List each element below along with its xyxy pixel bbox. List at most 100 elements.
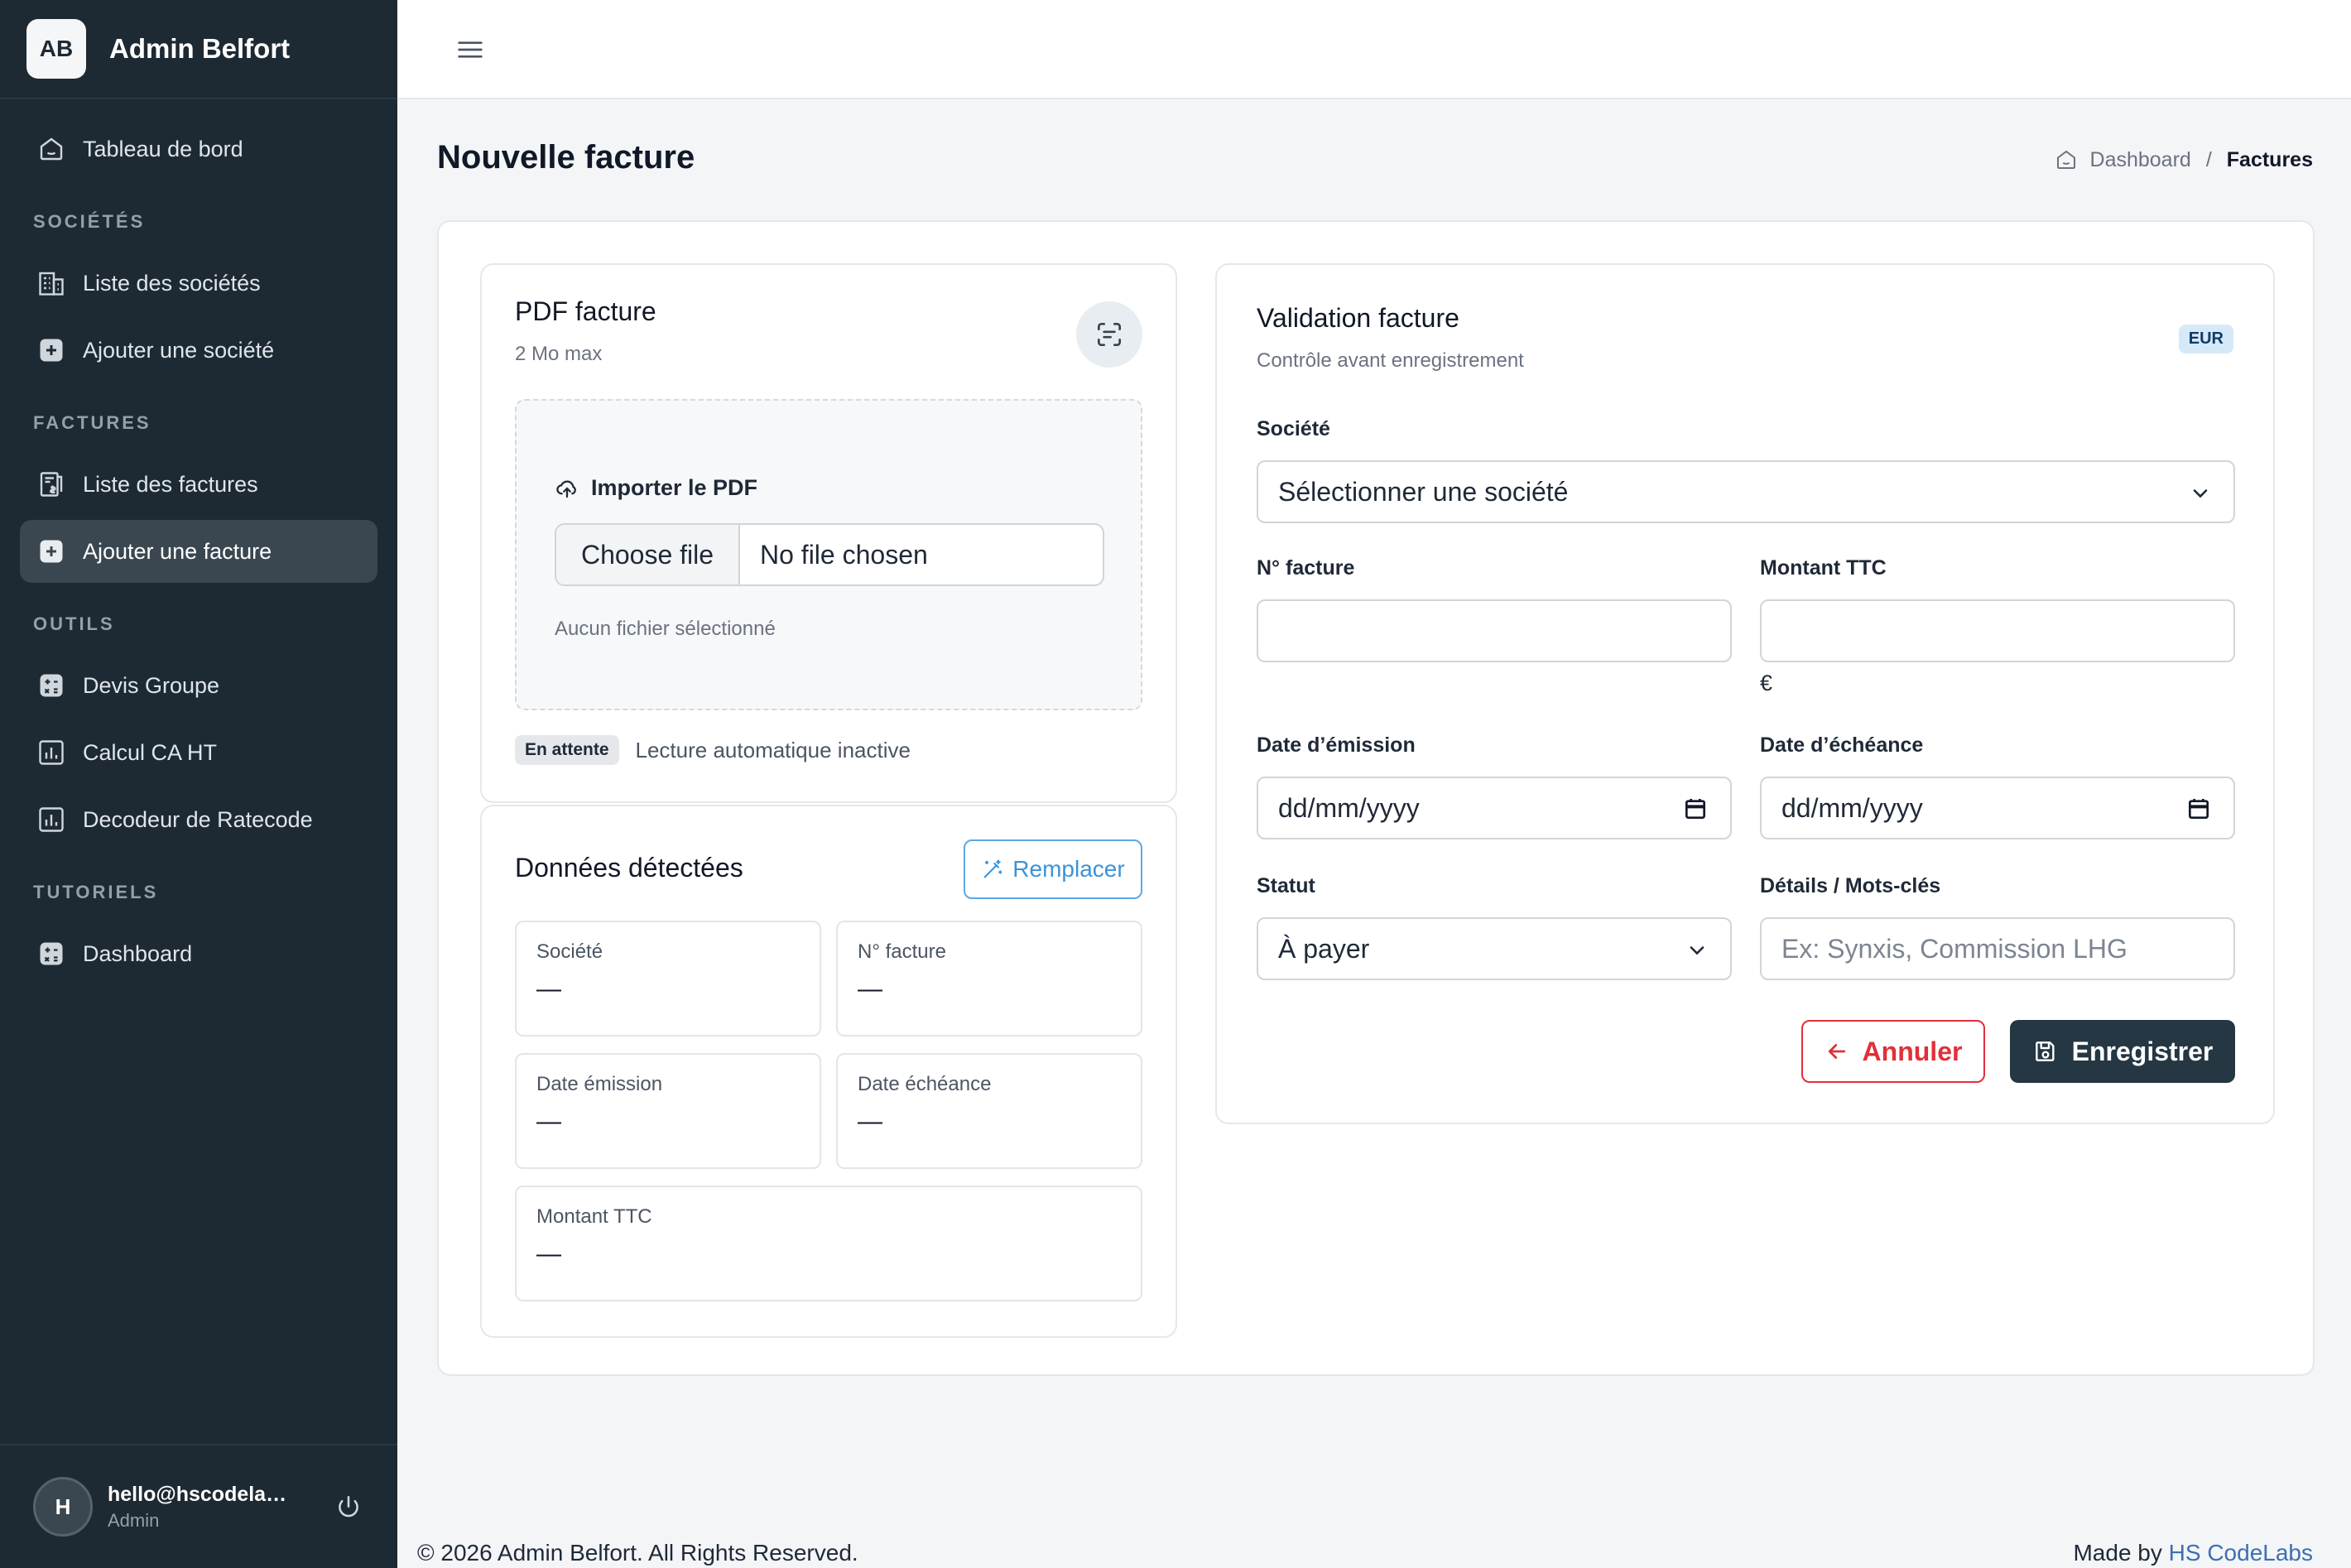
validation-panel: Validation facture Contrôle avant enregi…: [1215, 263, 2275, 1124]
sidebar-item-label: Decodeur de Ratecode: [83, 806, 313, 832]
detected-field-value: —: [858, 1108, 882, 1135]
page-title: Nouvelle facture: [437, 139, 695, 176]
currency-badge: EUR: [2178, 325, 2233, 354]
scan-document-button[interactable]: [1076, 301, 1142, 368]
pdf-panel-title: PDF facture: [515, 296, 656, 326]
plus-square-icon: [40, 339, 63, 362]
detected-field-amount: Montant TTC —: [515, 1186, 1142, 1301]
status-select-value: À payer: [1278, 933, 1370, 964]
issue-date-input[interactable]: dd/mm/yyyy: [1257, 777, 1732, 839]
sidebar-item-label: Calcul CA HT: [83, 739, 218, 765]
status-select[interactable]: À payer: [1257, 917, 1732, 980]
due-date-input[interactable]: dd/mm/yyyy: [1760, 777, 2235, 839]
user-email: hello@hscodelabs.com: [108, 1482, 298, 1506]
detected-field-invoice-number: N° facture —: [836, 921, 1142, 1037]
sidebar-item-decodeur-ratecode[interactable]: Decodeur de Ratecode: [20, 788, 377, 851]
detected-field-issue-date: Date émission —: [515, 1053, 821, 1169]
calculator-icon: [40, 942, 63, 965]
save-button[interactable]: Enregistrer: [2010, 1020, 2235, 1083]
issue-date-label: Date d’émission: [1257, 733, 1416, 757]
main-card: PDF facture 2 Mo max Importer le PDF Cho…: [437, 220, 2315, 1376]
footer-brand-link[interactable]: HS CodeLabs: [2169, 1540, 2313, 1566]
breadcrumb: Dashboard / Factures: [2054, 147, 2313, 172]
detected-field-label: Date émission: [536, 1073, 663, 1095]
issue-date-value: dd/mm/yyyy: [1278, 792, 1420, 823]
status-badge: En attente: [515, 735, 619, 765]
chevron-down-icon: [2193, 489, 2208, 498]
details-keywords-placeholder: Ex: Synxis, Commission LHG: [1781, 933, 2127, 964]
sidebar-nav: Tableau de bord SOCIÉTÉS Liste des socié…: [0, 99, 397, 985]
status-label: Statut: [1257, 874, 1315, 897]
footer-made-by: Made by: [2073, 1540, 2162, 1566]
hamburger-menu-icon[interactable]: [454, 33, 487, 66]
sidebar-item-label: Liste des sociétés: [83, 270, 261, 296]
company-select[interactable]: Sélectionner une société: [1257, 460, 2235, 523]
breadcrumb-current: Factures: [2226, 147, 2313, 171]
footer-copyright: © 2026 Admin Belfort. All Rights Reserve…: [417, 1540, 858, 1566]
pdf-dropzone[interactable]: Importer le PDF Choose file No file chos…: [515, 399, 1142, 710]
ocr-status-text: Lecture automatique inactive: [635, 737, 911, 762]
pdf-file-input[interactable]: Choose file No file chosen: [555, 523, 1104, 586]
validation-panel-title: Validation facture: [1257, 303, 1459, 333]
calendar-icon[interactable]: [2185, 795, 2212, 823]
sidebar-item-label: Ajouter une société: [83, 337, 275, 363]
breadcrumb-home-link[interactable]: Dashboard: [2090, 148, 2191, 172]
sidebar-item-liste-factures[interactable]: Liste des factures: [20, 453, 377, 516]
pdf-panel-subtitle: 2 Mo max: [515, 343, 603, 365]
detected-field-label: Date échéance: [858, 1073, 992, 1095]
home-icon: [40, 137, 63, 161]
sidebar-item-devis-groupe[interactable]: Devis Groupe: [20, 654, 377, 717]
sidebar-item-ajouter-societe[interactable]: Ajouter une société: [20, 319, 377, 382]
detected-field-value: —: [858, 975, 882, 1003]
due-date-value: dd/mm/yyyy: [1781, 792, 1923, 823]
invoice-number-input[interactable]: [1257, 599, 1732, 662]
arrow-left-icon: [1828, 1044, 1845, 1059]
import-pdf-label: Importer le PDF: [555, 475, 757, 501]
file-chosen-text: No file chosen: [760, 539, 928, 570]
details-keywords-input[interactable]: Ex: Synxis, Commission LHG: [1760, 917, 2235, 980]
invoice-number-label: N° facture: [1257, 556, 1355, 580]
company-label: Société: [1257, 417, 1330, 440]
sidebar-section-title: FACTURES: [33, 412, 151, 433]
power-icon[interactable]: [334, 1493, 363, 1522]
detected-field-societe: Société —: [515, 921, 821, 1037]
chevron-down-icon: [1690, 946, 1704, 955]
detected-field-value: —: [536, 1108, 561, 1135]
building-icon: [39, 272, 64, 296]
detected-panel-title: Données détectées: [515, 853, 743, 883]
brand-logo: AB: [26, 19, 86, 79]
detected-field-label: Montant TTC: [536, 1205, 652, 1228]
sidebar-item-tableau-de-bord[interactable]: Tableau de bord: [20, 118, 377, 180]
sidebar-item-label: Tableau de bord: [83, 136, 243, 161]
validation-panel-subtitle: Contrôle avant enregistrement: [1257, 349, 1524, 372]
detected-field-label: N° facture: [858, 940, 946, 963]
user-role: Admin: [108, 1509, 160, 1531]
sidebar-item-ajouter-facture[interactable]: Ajouter une facture: [20, 520, 377, 583]
breadcrumb-separator: /: [2205, 147, 2212, 171]
sidebar-section-title: SOCIÉTÉS: [33, 211, 146, 232]
save-button-label: Enregistrer: [2071, 1036, 2214, 1066]
calendar-icon[interactable]: [1682, 795, 1709, 823]
sidebar-item-label: Devis Groupe: [83, 672, 220, 698]
invoice-icon: [40, 472, 63, 497]
amount-ttc-label: Montant TTC: [1760, 556, 1887, 580]
detected-field-label: Société: [536, 940, 603, 963]
plus-square-icon: [40, 540, 63, 563]
company-select-value: Sélectionner une société: [1278, 476, 1569, 507]
detected-field-due-date: Date échéance —: [836, 1053, 1142, 1169]
sidebar-item-liste-societes[interactable]: Liste des sociétés: [20, 252, 377, 315]
choose-file-button[interactable]: Choose file: [556, 525, 740, 584]
detected-field-value: —: [536, 1240, 561, 1267]
sidebar-item-tutoriel-dashboard[interactable]: Dashboard: [20, 922, 377, 985]
replace-button[interactable]: Remplacer: [964, 839, 1142, 899]
sidebar-item-calcul-ca-ht[interactable]: Calcul CA HT: [20, 721, 377, 784]
due-date-label: Date d’échéance: [1760, 733, 1924, 757]
scan-text-icon: [1097, 322, 1122, 347]
amount-ttc-input[interactable]: [1760, 599, 2235, 662]
sidebar-item-label: Ajouter une facture: [83, 538, 272, 564]
avatar: H: [33, 1477, 93, 1537]
brand[interactable]: AB Admin Belfort: [0, 0, 397, 99]
user-profile[interactable]: H hello@hscodelabs.com Admin: [0, 1444, 397, 1568]
cancel-button[interactable]: Annuler: [1801, 1020, 1985, 1083]
replace-button-label: Remplacer: [1012, 856, 1125, 882]
